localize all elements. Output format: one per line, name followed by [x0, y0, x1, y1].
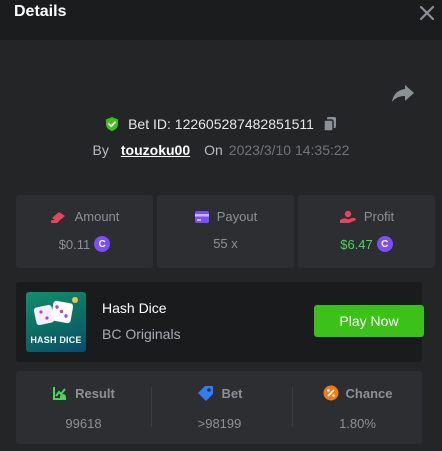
- profit-value: $6.47: [340, 236, 373, 252]
- chance-label: Chance: [345, 385, 393, 401]
- amount-label: Amount: [74, 209, 120, 224]
- play-now-button[interactable]: Play Now: [314, 305, 424, 337]
- game-name: Hash Dice: [102, 300, 167, 316]
- bet-label: Bet: [221, 385, 243, 401]
- details-header: Details: [0, 0, 442, 40]
- bet-author-row: By touzoku00 On 2023/3/10 14:35:22: [0, 139, 442, 161]
- bet-icon: [197, 386, 213, 401]
- details-title: Details: [14, 3, 67, 20]
- shield-check-icon: [106, 117, 119, 131]
- bet-id: Bet ID: 122605287482851511: [128, 116, 314, 132]
- chance-value: 1.80%: [339, 416, 376, 431]
- game-card: HASH DICE Hash Dice BC Originals Play No…: [16, 282, 424, 362]
- payout-value: 55 x: [213, 236, 238, 251]
- amount-value: $0.11: [58, 236, 91, 252]
- result-value: 99618: [65, 416, 102, 431]
- coin-icon: C: [94, 236, 111, 252]
- payout-icon: [194, 210, 209, 223]
- by-label: By: [92, 142, 109, 158]
- amount-icon: [50, 211, 65, 223]
- profit-card: Profit $6.47 C: [298, 195, 435, 268]
- username-link[interactable]: touzoku00: [121, 142, 190, 158]
- payout-card: Payout 55 x: [157, 195, 294, 268]
- on-label: On: [204, 142, 223, 158]
- bet-id-row: Bet ID: 122605287482851511: [0, 113, 442, 135]
- bet-datetime: 2023/3/10 14:35:22: [228, 142, 350, 158]
- coin-icon: C: [376, 236, 393, 252]
- result-label: Result: [75, 385, 115, 401]
- profit-label: Profit: [363, 209, 395, 224]
- game-provider: BC Originals: [102, 326, 181, 342]
- amount-card: Amount $0.11 C: [16, 195, 153, 268]
- chance-icon: [323, 385, 339, 401]
- game-thumbnail[interactable]: HASH DICE: [26, 292, 86, 352]
- bet-column: Bet >98199: [152, 371, 287, 444]
- bet-results-panel: Result 99618 Bet >98199 Chance 1.80%: [16, 371, 422, 444]
- close-icon[interactable]: [416, 2, 438, 24]
- profit-icon: [339, 210, 356, 223]
- chance-column: Chance 1.80%: [290, 371, 425, 444]
- share-icon[interactable]: [391, 82, 415, 104]
- copy-icon[interactable]: [322, 116, 338, 132]
- result-icon: [53, 387, 67, 400]
- result-column: Result 99618: [16, 371, 151, 444]
- dice-icon: [33, 297, 78, 326]
- game-thumbnail-title: HASH DICE: [30, 335, 82, 345]
- bet-value: >98199: [197, 416, 242, 431]
- payout-label: Payout: [216, 209, 258, 224]
